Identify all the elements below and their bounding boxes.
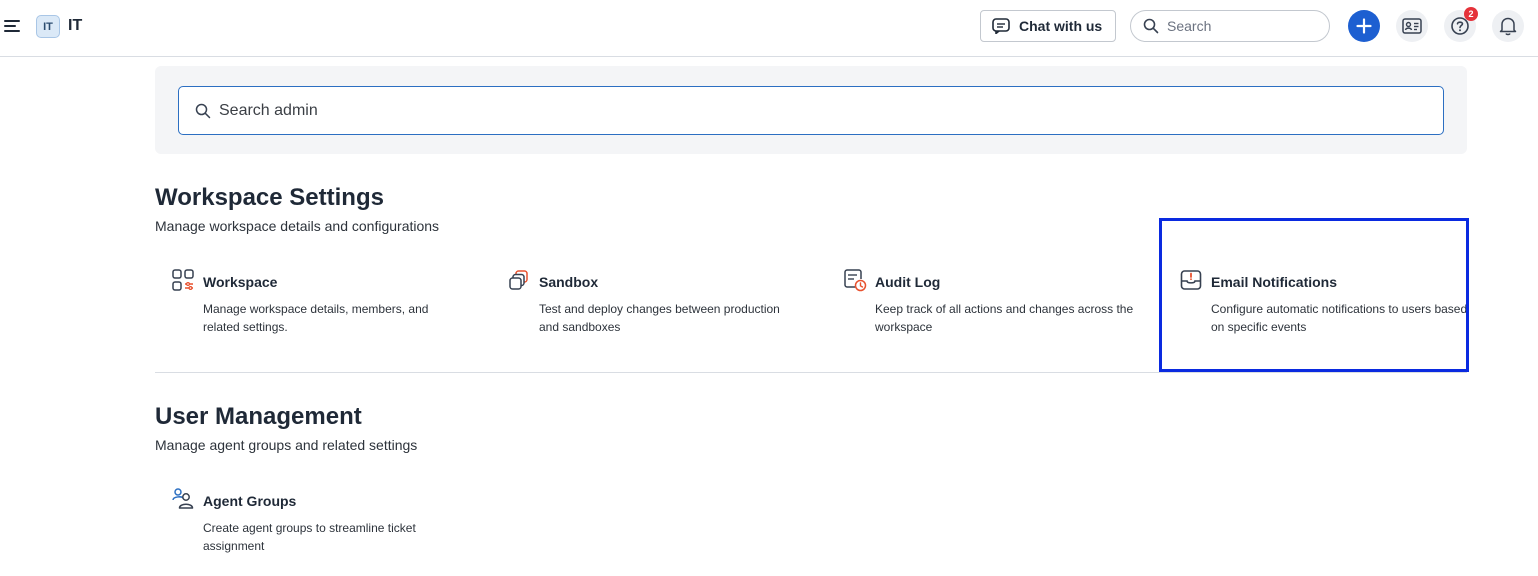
admin-search-box[interactable]	[178, 86, 1444, 135]
global-search[interactable]	[1130, 10, 1330, 42]
create-button[interactable]	[1348, 10, 1380, 42]
audit-log-icon	[844, 269, 867, 292]
workspace-settings-heading: Workspace Settings	[155, 184, 384, 211]
agent-groups-card-description: Create agent groups to streamline ticket…	[203, 521, 416, 553]
admin-search-input[interactable]	[219, 101, 1419, 120]
sandbox-card[interactable]: Sandbox Test and deploy changes between …	[491, 262, 791, 372]
agent-groups-card[interactable]: Agent Groups Create agent groups to stre…	[155, 481, 455, 571]
search-icon	[195, 103, 211, 118]
top-bar: IT IT Chat with us Search 2	[0, 0, 1538, 57]
email-notifications-card[interactable]: Email Notifications Configure automatic …	[1163, 262, 1467, 372]
sandbox-card-description: Test and deploy changes between producti…	[539, 302, 780, 334]
workspace-card-description: Manage workspace details, members, and r…	[203, 302, 429, 334]
help-notification-badge: 2	[1464, 7, 1478, 21]
workspace-settings-subtitle: Manage workspace details and configurati…	[155, 218, 440, 234]
email-notifications-card-description: Configure automatic notifications to use…	[1211, 302, 1468, 334]
audit-log-card[interactable]: Audit Log Keep track of all actions and …	[827, 262, 1133, 372]
bell-icon	[1499, 17, 1517, 36]
email-inbox-icon	[1180, 270, 1202, 290]
search-icon	[1143, 18, 1159, 34]
user-management-subtitle: Manage agent groups and related settings	[155, 437, 418, 453]
workspace-icon	[172, 269, 194, 291]
admin-search-panel	[155, 66, 1467, 154]
menu-icon[interactable]	[4, 18, 22, 34]
chat-button-label: Chat with us	[1019, 18, 1103, 34]
email-notifications-card-title: Email Notifications	[1211, 274, 1338, 290]
sandbox-icon	[509, 270, 528, 290]
plus-icon	[1356, 18, 1372, 34]
notifications-button[interactable]	[1492, 10, 1524, 42]
workspace-card[interactable]: Workspace Manage workspace details, memb…	[155, 262, 455, 372]
user-management-heading: User Management	[155, 403, 362, 430]
sandbox-card-title: Sandbox	[539, 274, 599, 290]
agent-groups-card-title: Agent Groups	[203, 493, 297, 509]
audit-log-card-title: Audit Log	[875, 274, 941, 290]
contact-card-icon	[1402, 18, 1422, 34]
workspace-card-title: Workspace	[203, 274, 278, 290]
workspace-badge[interactable]: IT	[36, 15, 60, 38]
global-search-input[interactable]	[1167, 18, 1317, 34]
audit-log-card-description: Keep track of all actions and changes ac…	[875, 302, 1134, 334]
section-divider	[155, 372, 1467, 373]
contacts-button[interactable]	[1396, 10, 1428, 42]
chat-icon	[992, 18, 1010, 34]
agent-groups-icon	[172, 488, 194, 509]
chat-with-us-button[interactable]: Chat with us	[980, 10, 1116, 42]
workspace-name[interactable]: IT	[68, 17, 82, 35]
